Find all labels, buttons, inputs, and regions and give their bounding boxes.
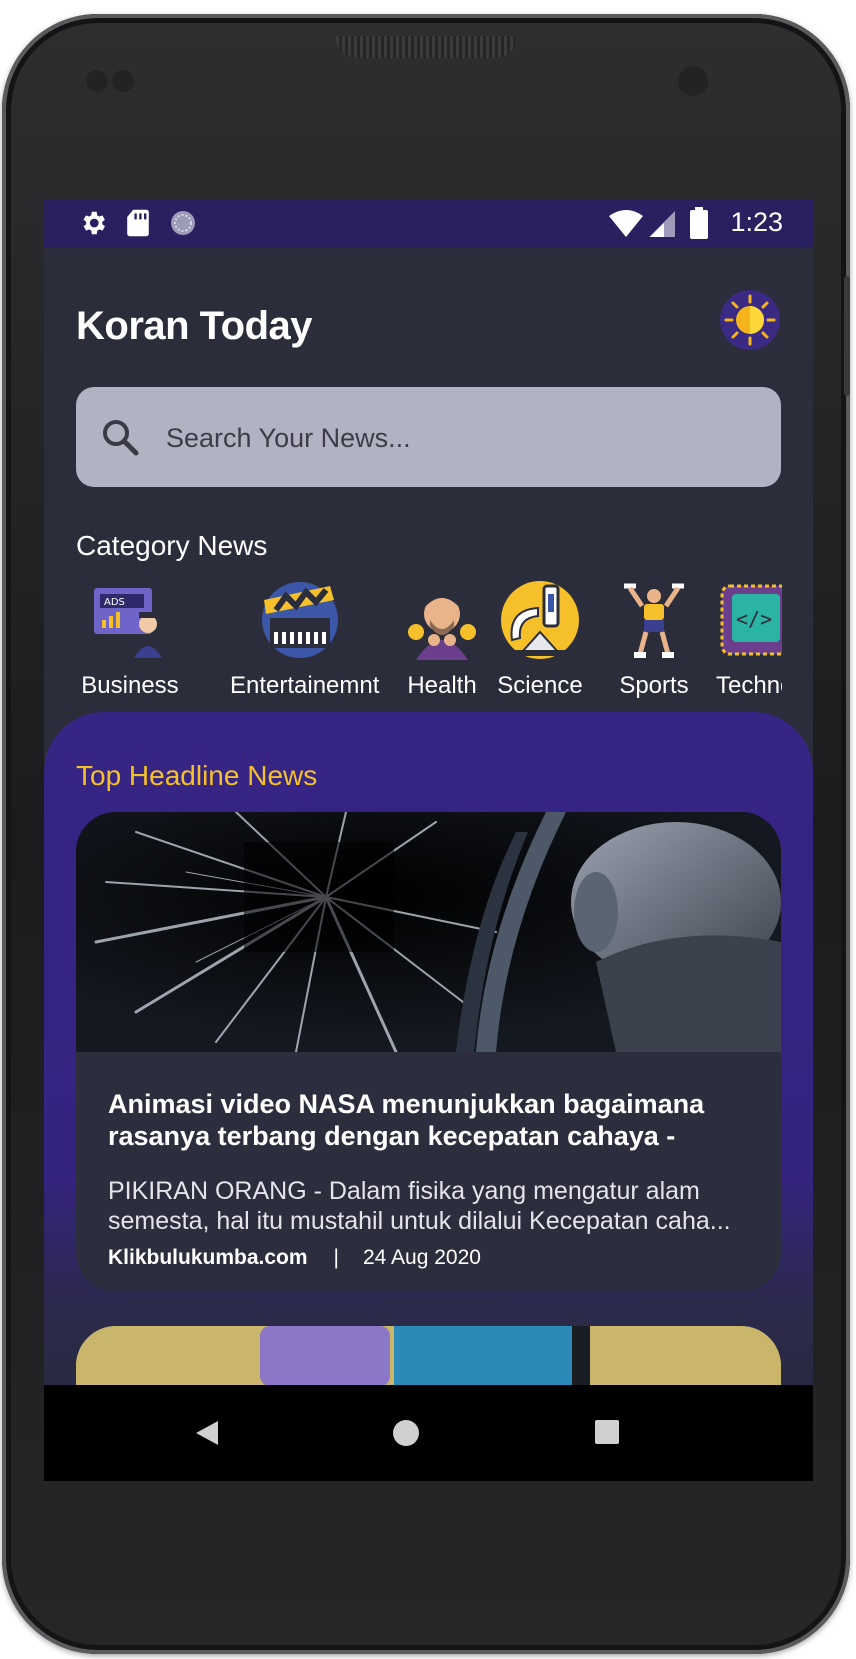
proximity-sensor [86, 70, 108, 92]
svg-text:ADS: ADS [104, 597, 125, 608]
wifi-icon [609, 210, 643, 237]
theme-toggle-button[interactable] [720, 290, 780, 350]
search-bar[interactable] [76, 387, 781, 487]
battery-icon [690, 207, 708, 239]
power-button [844, 276, 850, 396]
home-icon[interactable] [392, 1419, 420, 1447]
app-screen: 1:23 Koran Today Search Your News... Cat… [44, 200, 813, 1481]
category-item-business[interactable]: ADS Business [60, 580, 200, 700]
technology-icon: </> [720, 584, 782, 656]
settings-icon [83, 211, 105, 235]
category-item-entertainment[interactable]: Entertainemnt [230, 580, 380, 700]
recents-icon[interactable] [594, 1419, 620, 1445]
sd-card-icon [127, 209, 149, 237]
back-icon[interactable] [194, 1419, 220, 1447]
app-title: Koran Today [76, 304, 313, 348]
status-time: 1:23 [730, 207, 783, 237]
category-section-title: Category News [76, 530, 268, 561]
cell-signal-icon [649, 211, 675, 237]
navigation-bar [44, 1385, 813, 1481]
headline-section-title: Top Headline News [76, 760, 318, 791]
sun-icon [724, 294, 776, 346]
phone-frame: 1:23 Koran Today Search Your News... Cat… [2, 14, 850, 1654]
business-icon: ADS [94, 588, 162, 658]
category-item-technology[interactable]: </> Techno [684, 580, 782, 700]
meta-separator: | [333, 1246, 339, 1269]
svg-text:</>: </> [736, 607, 772, 631]
news-title: Animasi video NASA menunjukkan bagaimana… [108, 1089, 705, 1151]
news-thumbnail [76, 812, 781, 1052]
front-camera [678, 66, 708, 96]
science-icon [501, 581, 579, 659]
category-label: Business [81, 672, 179, 699]
category-label: Techno [716, 672, 782, 699]
entertainment-icon [262, 582, 338, 658]
news-card[interactable]: Animasi video NASA menunjukkan bagaimana… [76, 812, 781, 1292]
search-input[interactable] [164, 409, 748, 467]
news-date: 24 Aug 2020 [363, 1246, 481, 1269]
category-list: ADS Business Entertainemnt Health Scienc… [44, 580, 782, 700]
news-source: Klikbulukumba.com [108, 1246, 308, 1269]
news-thumbnail-next [76, 1326, 781, 1386]
news-meta: Klikbulukumba.com | 24 Aug 2020 [108, 1246, 481, 1270]
sync-icon [171, 211, 195, 235]
news-image [76, 812, 781, 1052]
status-bar: 1:23 [44, 200, 813, 248]
sports-icon [624, 583, 684, 658]
earpiece-speaker [336, 36, 516, 58]
news-description: PIKIRAN ORANG - Dalam fisika yang mengat… [108, 1177, 731, 1235]
light-sensor [112, 70, 134, 92]
search-icon [103, 420, 139, 456]
category-label: Entertainemnt [230, 672, 380, 699]
